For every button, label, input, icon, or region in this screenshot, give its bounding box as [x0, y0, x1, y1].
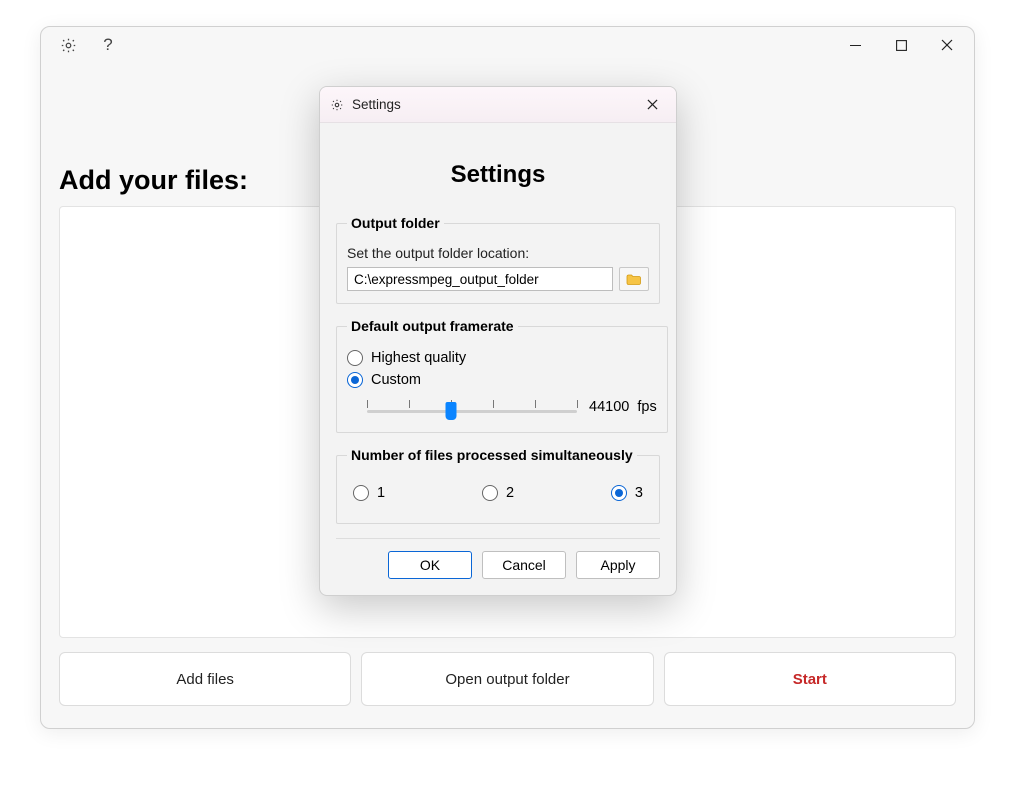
cancel-button[interactable]: Cancel [482, 551, 566, 579]
radio-simul-1[interactable]: 1 [353, 485, 385, 501]
slider-thumb[interactable] [446, 402, 457, 420]
radio-icon [347, 372, 363, 388]
dialog-buttons: OK Cancel Apply [336, 538, 660, 579]
start-button[interactable]: Start [664, 652, 956, 706]
output-folder-group: Output folder Set the output folder loca… [336, 215, 660, 304]
gear-icon [330, 98, 344, 112]
radio-label: Custom [371, 372, 421, 388]
gear-icon[interactable] [59, 36, 77, 54]
dialog-close-button[interactable] [634, 91, 670, 119]
radio-icon [611, 485, 627, 501]
radio-label: 3 [635, 485, 643, 501]
radio-icon [347, 350, 363, 366]
apply-button[interactable]: Apply [576, 551, 660, 579]
radio-simul-3[interactable]: 3 [611, 485, 643, 501]
window-controls [832, 29, 970, 61]
output-folder-desc: Set the output folder location: [347, 245, 649, 261]
output-folder-legend: Output folder [347, 215, 444, 231]
framerate-legend: Default output framerate [347, 318, 518, 334]
radio-label: 2 [506, 485, 514, 501]
maximize-button[interactable] [878, 29, 924, 61]
simultaneous-legend: Number of files processed simultaneously [347, 447, 637, 463]
browse-folder-button[interactable] [619, 267, 649, 291]
ok-button[interactable]: OK [388, 551, 472, 579]
framerate-value: 44100 fps [589, 399, 657, 415]
framerate-slider[interactable] [367, 394, 577, 420]
close-button[interactable] [924, 29, 970, 61]
radio-highest-quality[interactable]: Highest quality [347, 350, 657, 366]
radio-label: Highest quality [371, 350, 466, 366]
simultaneous-group: Number of files processed simultaneously… [336, 447, 660, 524]
add-files-button[interactable]: Add files [59, 652, 351, 706]
radio-icon [353, 485, 369, 501]
open-output-folder-button[interactable]: Open output folder [361, 652, 653, 706]
dialog-titlebar: Settings [320, 87, 676, 123]
radio-simul-2[interactable]: 2 [482, 485, 514, 501]
main-titlebar: ? [41, 27, 974, 63]
framerate-group: Default output framerate Highest quality… [336, 318, 668, 433]
bottom-buttons: Add files Open output folder Start [59, 652, 956, 706]
radio-label: 1 [377, 485, 385, 501]
dialog-body: Settings Output folder Set the output fo… [320, 123, 676, 595]
radio-custom[interactable]: Custom [347, 372, 657, 388]
settings-dialog: Settings Settings Output folder Set the … [319, 86, 677, 596]
dialog-title: Settings [352, 97, 401, 112]
dialog-heading: Settings [336, 161, 660, 189]
radio-icon [482, 485, 498, 501]
folder-icon [626, 273, 642, 286]
minimize-button[interactable] [832, 29, 878, 61]
output-folder-input[interactable] [347, 267, 613, 291]
help-icon[interactable]: ? [99, 36, 117, 54]
